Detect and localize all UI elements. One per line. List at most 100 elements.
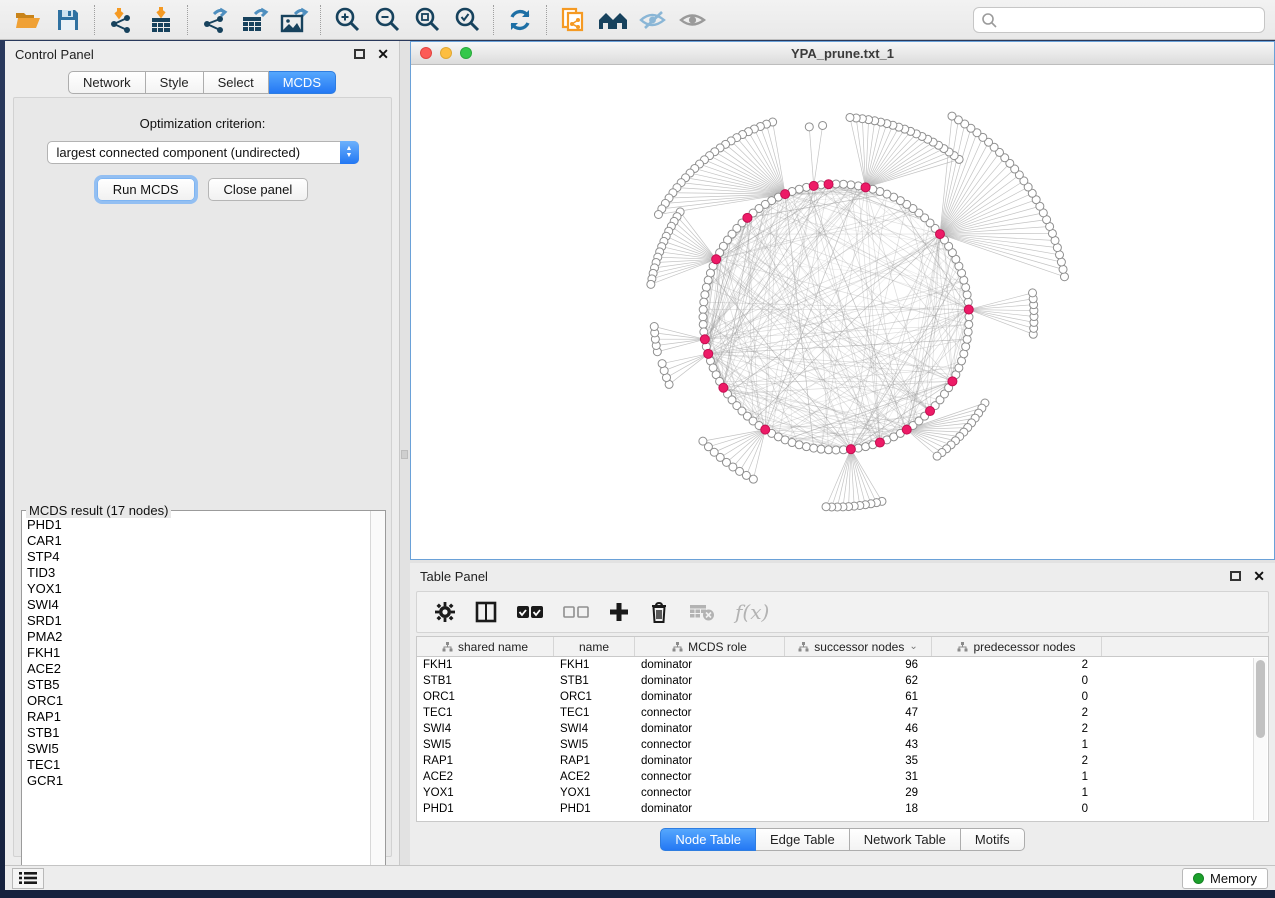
table-row[interactable]: PHD1PHD1dominator180 [417, 801, 1268, 817]
network-node[interactable] [701, 291, 709, 299]
network-node[interactable] [810, 444, 818, 452]
table-row[interactable]: TEC1TEC1connector472 [417, 705, 1268, 721]
network-node[interactable] [699, 313, 707, 321]
export-table-button[interactable] [234, 3, 274, 37]
table-options-button[interactable] [435, 602, 455, 622]
network-node[interactable] [964, 328, 972, 336]
mcds-result-item[interactable]: SWI5 [27, 741, 369, 757]
column-header-shared-name[interactable]: shared name [417, 637, 554, 656]
mcds-hub-node[interactable] [809, 181, 818, 190]
minimize-window-icon[interactable] [440, 47, 452, 59]
network-node[interactable] [1059, 265, 1067, 273]
column-header-successor-nodes[interactable]: successor nodes⌄ [785, 637, 932, 656]
network-node[interactable] [699, 306, 707, 314]
network-node[interactable] [702, 283, 710, 291]
mcds-result-item[interactable]: ORC1 [27, 693, 369, 709]
mcds-hub-node[interactable] [761, 425, 770, 434]
mcds-result-item[interactable]: SWI4 [27, 597, 369, 613]
save-session-button[interactable] [48, 3, 88, 37]
mcds-result-item[interactable]: TEC1 [27, 757, 369, 773]
first-neighbors-button[interactable] [593, 3, 633, 37]
mcds-result-item[interactable]: PMA2 [27, 629, 369, 645]
zoom-selected-button[interactable] [447, 3, 487, 37]
mcds-hub-node[interactable] [964, 305, 973, 314]
network-node[interactable] [847, 181, 855, 189]
network-node[interactable] [795, 441, 803, 449]
network-node[interactable] [1060, 273, 1068, 281]
mcds-result-item[interactable]: SRD1 [27, 613, 369, 629]
network-node[interactable] [839, 180, 847, 188]
mcds-hub-node[interactable] [935, 230, 944, 239]
network-node[interactable] [962, 283, 970, 291]
zoom-out-button[interactable] [367, 3, 407, 37]
mcds-hub-node[interactable] [824, 180, 833, 189]
network-node[interactable] [822, 503, 830, 511]
network-node[interactable] [963, 335, 971, 343]
network-node[interactable] [647, 280, 655, 288]
vertical-splitter[interactable] [400, 41, 410, 865]
tab-network[interactable]: Network [68, 71, 146, 94]
mcds-hub-node[interactable] [948, 377, 957, 386]
mcds-hub-node[interactable] [781, 190, 790, 199]
mcds-result-item[interactable]: CAR1 [27, 533, 369, 549]
mcds-result-item[interactable]: TID3 [27, 565, 369, 581]
mcds-hub-node[interactable] [704, 349, 713, 358]
float-window-icon[interactable] [354, 49, 365, 59]
run-mcds-button[interactable]: Run MCDS [97, 178, 195, 201]
network-node[interactable] [963, 291, 971, 299]
show-panels-button[interactable] [12, 868, 44, 889]
network-node[interactable] [802, 443, 810, 451]
tab-style[interactable]: Style [146, 71, 204, 94]
network-node[interactable] [650, 323, 658, 331]
mcds-result-item[interactable]: GCR1 [27, 773, 369, 789]
select-all-columns-button[interactable] [517, 605, 543, 619]
tab-node-table[interactable]: Node Table [660, 828, 756, 851]
criterion-dropdown[interactable]: largest connected component (undirected)… [47, 141, 359, 164]
refresh-view-button[interactable] [500, 3, 540, 37]
mcds-hub-node[interactable] [902, 425, 911, 434]
close-icon[interactable]: ✕ [1253, 571, 1265, 581]
mcds-hub-node[interactable] [926, 407, 935, 416]
mcds-result-item[interactable]: YOX1 [27, 581, 369, 597]
mcds-result-item[interactable]: STP4 [27, 549, 369, 565]
tab-network-table[interactable]: Network Table [850, 828, 961, 851]
table-scrollbar[interactable] [1253, 658, 1267, 820]
network-node[interactable] [1057, 258, 1065, 266]
export-network-button[interactable] [194, 3, 234, 37]
mcds-result-item[interactable]: PHD1 [27, 517, 369, 533]
network-node[interactable] [846, 113, 854, 121]
tab-select[interactable]: Select [204, 71, 269, 94]
network-node[interactable] [805, 123, 813, 131]
tab-motifs[interactable]: Motifs [961, 828, 1025, 851]
mcds-result-item[interactable]: ACE2 [27, 661, 369, 677]
mcds-hub-node[interactable] [743, 213, 752, 222]
network-graph-canvas[interactable] [411, 65, 1274, 559]
splitter-grip[interactable] [401, 450, 408, 459]
unselect-all-columns-button[interactable] [563, 605, 589, 619]
network-node[interactable] [699, 320, 707, 328]
network-window-titlebar[interactable]: YPA_prune.txt_1 [411, 42, 1274, 65]
column-header-predecessor-nodes[interactable]: predecessor nodes [932, 637, 1102, 656]
float-window-icon[interactable] [1230, 571, 1241, 581]
import-network-button[interactable] [101, 3, 141, 37]
hide-selected-button[interactable] [633, 3, 673, 37]
close-panel-button[interactable]: Close panel [208, 178, 309, 201]
search-input[interactable] [998, 10, 1264, 30]
network-node[interactable] [965, 320, 973, 328]
show-column-button[interactable] [475, 601, 497, 623]
table-row[interactable]: STB1STB1dominator620 [417, 673, 1268, 689]
memory-button[interactable]: Memory [1182, 868, 1268, 889]
mcds-hub-node[interactable] [719, 383, 728, 392]
mcds-result-item[interactable]: RAP1 [27, 709, 369, 725]
zoom-fit-button[interactable] [407, 3, 447, 37]
mcds-hub-node[interactable] [712, 255, 721, 264]
network-node[interactable] [819, 121, 827, 129]
result-scrollbar[interactable] [370, 511, 385, 877]
mcds-hub-node[interactable] [875, 438, 884, 447]
add-column-button[interactable] [609, 602, 629, 622]
table-row[interactable]: ACE2ACE2connector311 [417, 769, 1268, 785]
column-header-MCDS-role[interactable]: MCDS role [635, 637, 785, 656]
tab-mcds[interactable]: MCDS [269, 71, 336, 94]
network-node[interactable] [962, 343, 970, 351]
tab-edge-table[interactable]: Edge Table [756, 828, 850, 851]
